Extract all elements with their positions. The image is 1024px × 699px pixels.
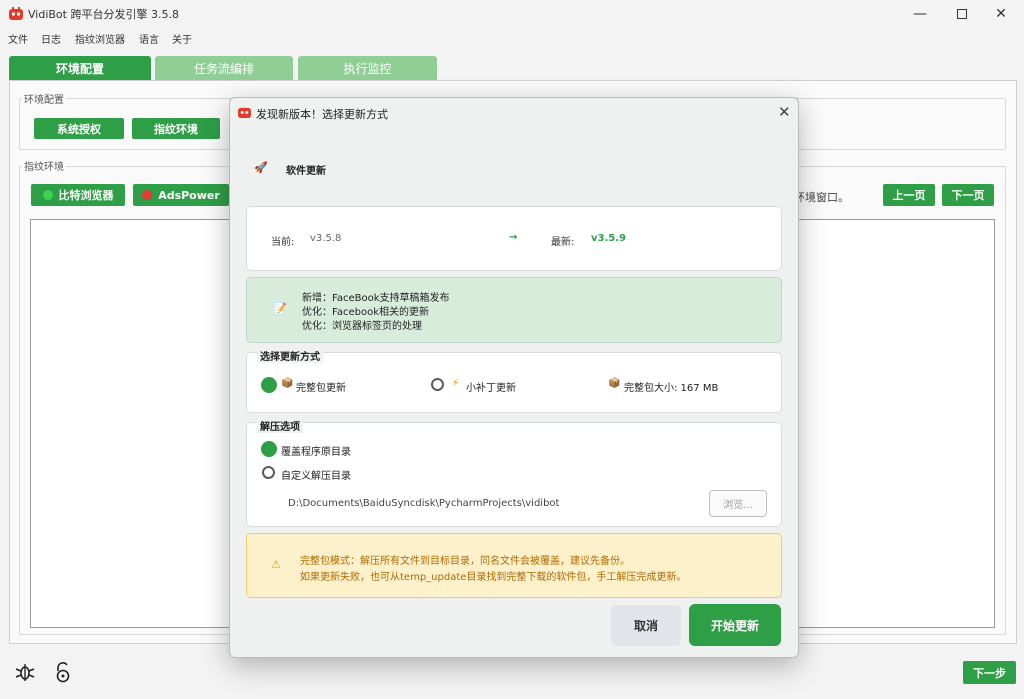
close-icon: ✕ (995, 6, 1007, 22)
warning-card: ⚠ 完整包模式：解压所有文件到目标目录，同名文件会被覆盖，建议先备份。 如果更新… (246, 533, 782, 598)
extract-path: D:\Documents\BaiduSyncdisk\PycharmProjec… (288, 498, 560, 509)
release-note-3: 优化：浏览器标签页的处理 (302, 321, 422, 332)
warning-line-2: 如果更新失败，也可从temp_update目录找到完整下载的软件包，手工解压完成… (300, 572, 687, 583)
title-bar: VidiBot 跨平台分发引擎 3.5.8 — ✕ (0, 0, 1024, 28)
arrow-icon: → (509, 232, 518, 243)
bug-icon[interactable] (14, 661, 36, 683)
release-notes-card: 📝 新增：FaceBook支持草稿箱发布 优化：Facebook相关的更新 优化… (246, 277, 782, 343)
current-version: v3.5.8 (310, 233, 342, 244)
start-update-button[interactable]: 开始更新 (689, 604, 781, 646)
dialog-close-button[interactable]: ✕ (778, 103, 791, 121)
release-note-1: 新增：FaceBook支持草稿箱发布 (302, 293, 450, 304)
status-dot-green (42, 190, 53, 200)
app-logo-icon (238, 107, 251, 118)
latest-label: 最新: (551, 237, 575, 248)
notes-icon: 📝 (273, 302, 287, 315)
bit-browser-label: 比特浏览器 (58, 189, 114, 202)
next-page-button[interactable]: 下一页 (942, 184, 994, 206)
tab-monitor[interactable]: 执行监控 (298, 56, 437, 80)
menu-file[interactable]: 文件 (8, 31, 28, 46)
current-label: 当前: (271, 237, 295, 248)
minimize-button[interactable]: — (897, 0, 943, 28)
hint-text: 环境窗口。 (794, 191, 849, 204)
fingerprint-env-group-label: 指纹环境 (22, 158, 66, 173)
tab-env-config[interactable]: 环境配置 (9, 56, 151, 80)
menu-log[interactable]: 日志 (41, 31, 61, 46)
prev-page-button[interactable]: 上一页 (883, 184, 935, 206)
window-title: VidiBot 跨平台分发引擎 3.5.8 (28, 8, 179, 21)
package-icon: 📦 (281, 378, 294, 389)
patch-label[interactable]: 小补丁更新 (466, 379, 516, 394)
menu-fingerprint-browser[interactable]: 指纹浏览器 (75, 31, 125, 46)
app-logo-icon (9, 7, 23, 20)
next-step-button[interactable]: 下一步 (963, 661, 1016, 684)
adspower-button[interactable]: AdsPower (133, 184, 229, 206)
fingerprint-env-button[interactable]: 指纹环境 (132, 118, 220, 139)
adspower-label: AdsPower (158, 188, 220, 202)
system-auth-button[interactable]: 系统授权 (34, 118, 124, 139)
extract-options-label: 解压选项 (257, 418, 303, 433)
warning-icon: ⚠ (271, 558, 281, 571)
tab-task-flow[interactable]: 任务流编排 (155, 56, 293, 80)
close-window-button[interactable]: ✕ (978, 0, 1024, 28)
bit-browser-button[interactable]: 比特浏览器 (31, 184, 125, 206)
package-size-icon: 📦 (608, 378, 621, 389)
browse-button[interactable]: 浏览... (709, 490, 767, 517)
unlock-icon[interactable] (53, 661, 73, 683)
overwrite-dir-label[interactable]: 覆盖程序原目录 (281, 443, 351, 458)
custom-dir-radio[interactable] (262, 466, 275, 479)
overwrite-dir-radio[interactable] (261, 441, 277, 457)
version-card: 当前: v3.5.8 → 最新: v3.5.9 (246, 206, 782, 271)
release-note-2: 优化：Facebook相关的更新 (302, 307, 429, 318)
dialog-title: 发现新版本！选择更新方式 (256, 108, 388, 121)
menu-language[interactable]: 语言 (139, 31, 159, 46)
update-dialog: 发现新版本！选择更新方式 ✕ 🚀 软件更新 当前: v3.5.8 → 最新: v… (229, 97, 799, 658)
latest-version: v3.5.9 (591, 233, 626, 244)
menu-bar: 文件 日志 指纹浏览器 语言 关于 (0, 28, 1024, 46)
status-dot-red (142, 190, 153, 200)
update-mode-label: 选择更新方式 (257, 348, 323, 363)
full-package-radio[interactable] (261, 377, 277, 393)
full-package-label[interactable]: 完整包更新 (296, 379, 346, 394)
rocket-icon: 🚀 (254, 161, 268, 174)
env-config-group-label: 环境配置 (22, 91, 66, 106)
custom-dir-label[interactable]: 自定义解压目录 (281, 467, 351, 482)
cancel-button[interactable]: 取消 (611, 605, 681, 646)
section-title: 软件更新 (286, 166, 326, 177)
maximize-icon (957, 9, 967, 19)
patch-radio[interactable] (431, 378, 444, 391)
minimize-icon: — (913, 6, 927, 22)
package-size: 完整包大小: 167 MB (624, 383, 719, 394)
warning-line-1: 完整包模式：解压所有文件到目标目录，同名文件会被覆盖，建议先备份。 (300, 556, 630, 567)
lightning-icon: ⚡ (452, 378, 460, 389)
menu-about[interactable]: 关于 (172, 31, 192, 46)
